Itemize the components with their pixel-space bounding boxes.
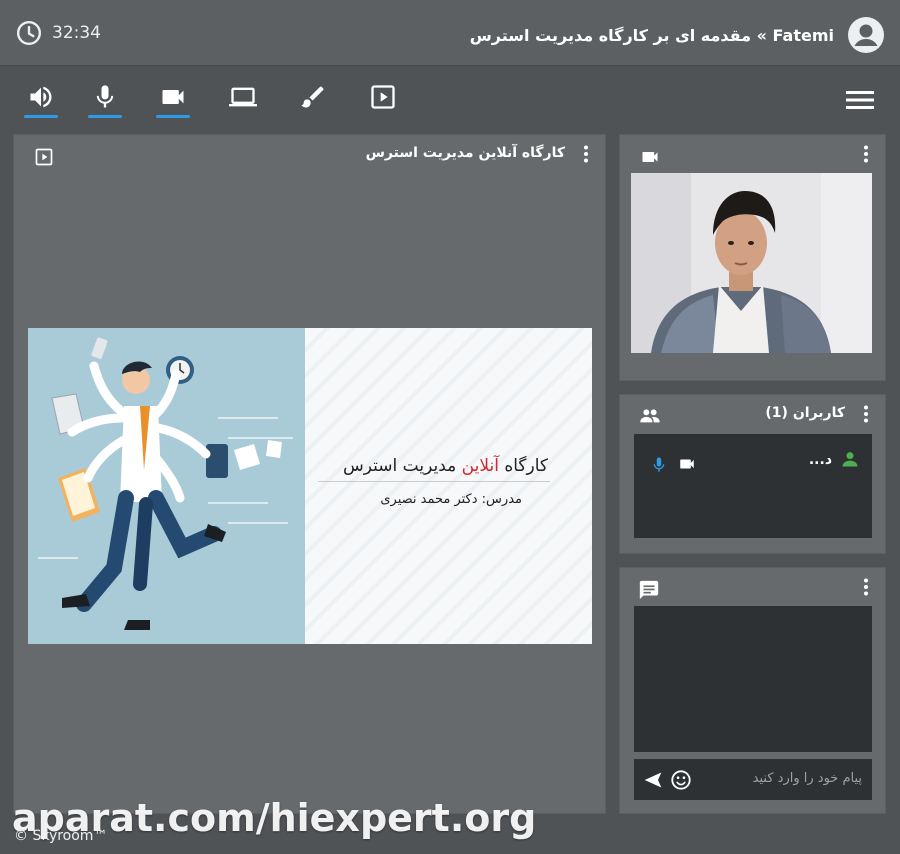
speaker-button[interactable] (24, 83, 58, 119)
clock-icon (16, 20, 42, 46)
slide-subtitle: مدرس: دکتر محمد نصیری (380, 492, 522, 507)
list-item[interactable]: د... (634, 434, 872, 484)
user-online-icon (842, 452, 858, 467)
slide-title-highlight: آنلاین (461, 456, 499, 476)
screen-share-button[interactable] (226, 83, 260, 119)
users-list: د... (634, 434, 872, 538)
microphone-button[interactable] (88, 83, 122, 119)
presentation-menu-icon[interactable] (583, 145, 589, 163)
multitasking-businessman-illustration (38, 337, 293, 630)
slide-title-start: کارگاه (504, 456, 548, 476)
camera-active-indicator (156, 115, 190, 118)
chat-input-placeholder[interactable]: پیام خود را وارد کنید (753, 771, 862, 786)
presentation-panel-header: کارگاه آنلاین مدیریت استرس (14, 135, 605, 171)
chat-icon (639, 580, 659, 600)
users-icon (640, 409, 660, 423)
screen-share-icon (229, 87, 257, 107)
slide-title-underline (318, 481, 550, 482)
presentation-icon (371, 85, 395, 109)
microphone-active-indicator (88, 115, 122, 118)
slide-illustration (28, 328, 305, 644)
presentation-small-icon (35, 148, 53, 166)
chat-messages (634, 606, 872, 752)
microphone-icon (653, 457, 665, 472)
microphone-icon (96, 85, 114, 108)
slide-text-area (305, 328, 592, 644)
toolbar (0, 67, 900, 129)
brush-icon (301, 86, 324, 108)
camera-icon (162, 90, 184, 104)
presenter-video-frame (631, 173, 872, 353)
speaker-active-indicator (24, 115, 58, 118)
slide-title: کارگاه آنلاین مدیریت استرس (343, 456, 548, 476)
speaker-icon (30, 86, 52, 108)
send-icon[interactable] (642, 770, 664, 790)
slide-title-end: مدیریت استرس (343, 456, 457, 476)
chat-menu-icon[interactable] (863, 578, 869, 596)
camera-icon (642, 152, 658, 162)
copyright-text: © Skyroom™ (14, 828, 108, 844)
webcam-video (631, 173, 872, 353)
users-menu-icon[interactable] (863, 405, 869, 423)
timer-text: 32:34 (52, 23, 101, 43)
session-timer: 32:34 (16, 20, 101, 46)
camera-button[interactable] (156, 83, 190, 119)
room-title: Fatemi » مقدمه ای بر کارگاه مدیریت استرس (469, 26, 834, 45)
user-name: د... (808, 452, 832, 468)
chat-input-bar[interactable]: پیام خود را وارد کنید (634, 759, 872, 800)
top-bar: 32:34 Fatemi » مقدمه ای بر کارگاه مدیریت… (0, 0, 900, 66)
camera-icon (680, 459, 694, 469)
users-panel-title: کاربران (1) (765, 405, 845, 421)
user-avatar-icon[interactable] (848, 17, 884, 53)
video-menu-icon[interactable] (863, 145, 869, 163)
presentation-slide: کارگاه آنلاین مدیریت استرس مدرس: دکتر مح… (28, 328, 592, 644)
presentation-title: کارگاه آنلاین مدیریت استرس (365, 145, 565, 161)
presentation-button[interactable] (366, 83, 400, 119)
emoji-icon[interactable] (670, 769, 692, 791)
hamburger-menu-icon[interactable] (846, 89, 874, 111)
whiteboard-button[interactable] (296, 83, 330, 119)
